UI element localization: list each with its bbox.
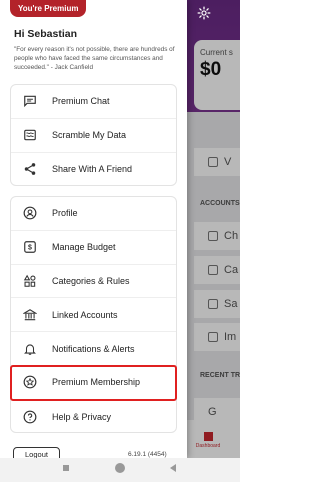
menu-item-manage-budget[interactable]: $ Manage Budget bbox=[11, 231, 176, 265]
menu-item-label: Premium Chat bbox=[52, 96, 110, 107]
system-navigation-bar bbox=[0, 458, 240, 482]
svg-text:$: $ bbox=[28, 245, 32, 252]
profile-icon bbox=[23, 206, 37, 220]
settings-card: Profile $ Manage Budget Categories & Rul… bbox=[10, 196, 177, 433]
star-badge-icon bbox=[23, 375, 37, 389]
menu-item-label: Premium Membership bbox=[52, 377, 141, 388]
menu-item-label: Notifications & Alerts bbox=[52, 343, 135, 354]
menu-item-label: Manage Budget bbox=[52, 242, 116, 253]
recent-apps-button[interactable] bbox=[63, 465, 69, 471]
categories-icon bbox=[23, 274, 37, 288]
premium-features-card: Premium Chat Scramble My Data Share With… bbox=[10, 84, 177, 186]
menu-item-label: Linked Accounts bbox=[52, 309, 118, 320]
back-button[interactable] bbox=[170, 464, 176, 472]
greeting: Hi Sebastian bbox=[14, 28, 78, 40]
scramble-icon bbox=[23, 128, 37, 142]
premium-badge: You're Premium bbox=[10, 0, 87, 17]
dollar-icon: $ bbox=[23, 240, 37, 254]
menu-item-label: Profile bbox=[52, 208, 78, 219]
menu-item-profile[interactable]: Profile bbox=[11, 197, 176, 231]
menu-item-premium-chat[interactable]: Premium Chat bbox=[11, 85, 176, 119]
chat-icon bbox=[23, 94, 37, 108]
menu-item-label: Share With A Friend bbox=[52, 164, 133, 175]
gear-icon[interactable] bbox=[197, 6, 211, 20]
menu-item-categories-rules[interactable]: Categories & Rules bbox=[11, 265, 176, 299]
drawer-scrim[interactable] bbox=[187, 0, 240, 458]
menu-item-label: Scramble My Data bbox=[52, 130, 127, 141]
menu-item-scramble-my-data[interactable]: Scramble My Data bbox=[11, 119, 176, 153]
share-icon bbox=[23, 162, 37, 176]
menu-item-premium-membership[interactable]: Premium Membership bbox=[10, 364, 177, 401]
menu-item-share-with-a-friend[interactable]: Share With A Friend bbox=[11, 153, 176, 187]
menu-item-notifications-alerts[interactable]: Notifications & Alerts bbox=[11, 332, 176, 366]
menu-item-help-privacy[interactable]: Help & Privacy bbox=[11, 400, 176, 434]
menu-item-label: Help & Privacy bbox=[52, 411, 112, 422]
motivational-quote: "For every reason it's not possible, the… bbox=[14, 46, 175, 71]
help-icon bbox=[23, 410, 37, 424]
bank-icon bbox=[23, 308, 37, 322]
menu-item-linked-accounts[interactable]: Linked Accounts bbox=[11, 298, 176, 333]
menu-item-label: Categories & Rules bbox=[52, 275, 130, 286]
navigation-drawer: You're Premium Hi Sebastian "For every r… bbox=[0, 0, 187, 462]
home-button[interactable] bbox=[115, 463, 125, 473]
bell-icon bbox=[23, 342, 37, 356]
app-version: 6.19.1 (4454) bbox=[128, 451, 167, 458]
